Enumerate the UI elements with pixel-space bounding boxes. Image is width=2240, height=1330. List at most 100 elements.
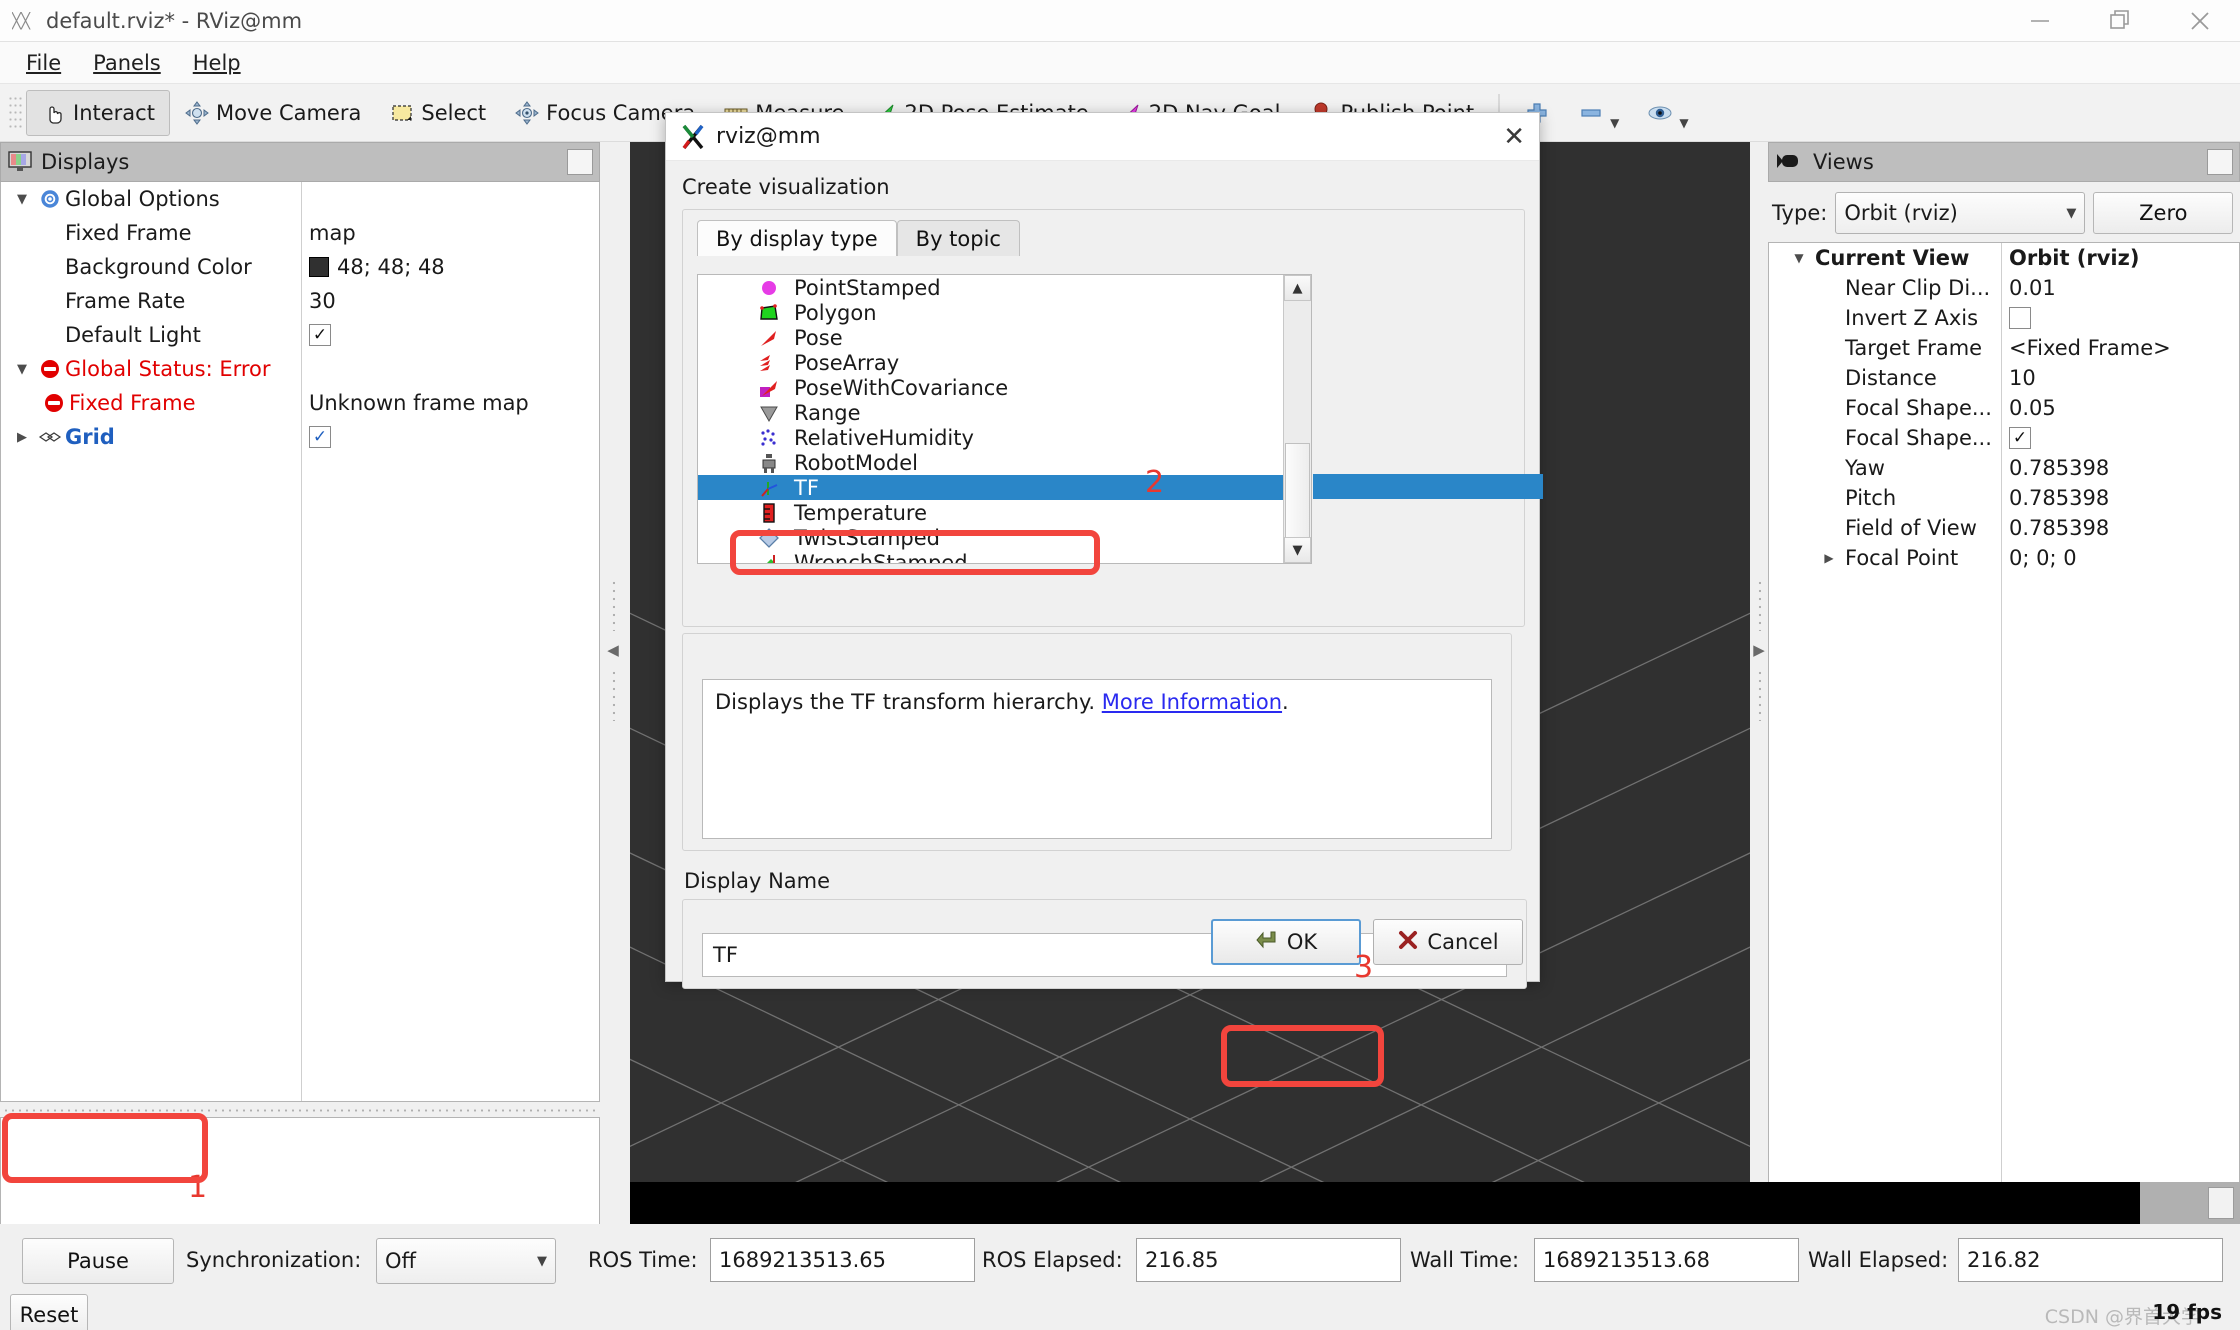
expand-arrow-icon-current-view[interactable]: ▼ <box>1783 251 1815 265</box>
views-row-value-focal-point[interactable]: 0; 0; 0 <box>2009 546 2077 570</box>
views-row-value-fov[interactable]: 0.785398 <box>2009 516 2109 540</box>
remove-tool-button[interactable]: ▼ <box>1564 90 1633 136</box>
expand-arrow-icon[interactable]: ▼ <box>9 192 35 207</box>
chevron-down-icon[interactable]: ▼ <box>1610 116 1619 130</box>
tool-move-camera[interactable]: Move Camera <box>170 90 375 136</box>
table-row[interactable]: Fixed Frame Unknown frame map <box>1 386 599 420</box>
views-row-value-focal-shape-size[interactable]: 0.05 <box>2009 396 2056 420</box>
list-item[interactable]: Temperature <box>698 500 1311 525</box>
expand-arrow-icon-2[interactable]: ▼ <box>9 362 35 377</box>
tool-select[interactable]: Select <box>375 90 500 136</box>
menu-item-panels[interactable]: Panels <box>77 47 177 79</box>
time-panel-float-button[interactable] <box>2208 1187 2234 1219</box>
tool-interact[interactable]: Interact <box>26 89 170 136</box>
tree-column-splitter[interactable] <box>301 182 302 1101</box>
views-row-value-focal-shape-fixed[interactable]: ✓ <box>2009 427 2031 449</box>
expand-arrow-icon-focal-point[interactable]: ▶ <box>1813 551 1845 565</box>
list-item[interactable]: RobotModel <box>698 450 1311 475</box>
table-row[interactable]: ▼ Global Options <box>1 182 599 216</box>
list-item[interactable]: PoseWithCovariance <box>698 375 1311 400</box>
table-row[interactable]: Yaw 0.785398 <box>1769 453 2239 483</box>
wall-time-field[interactable]: 1689213513.68 <box>1534 1238 1799 1282</box>
collapse-arrow-icon[interactable]: ▶ <box>9 430 35 445</box>
list-item[interactable]: Polygon <box>698 300 1311 325</box>
table-row[interactable]: Background Color 48; 48; 48 <box>1 250 599 284</box>
right-panel-collapse-handle[interactable]: ▶ <box>1750 560 1768 740</box>
menu-item-file[interactable]: File <box>10 47 77 79</box>
close-icon-dialog[interactable]: ✕ <box>1503 124 1525 150</box>
checkbox-focal-shape-fixed[interactable]: ✓ <box>2009 427 2031 449</box>
views-row-value-yaw[interactable]: 0.785398 <box>2009 456 2109 480</box>
panel-splitter[interactable] <box>0 1103 600 1117</box>
table-row[interactable]: ▶ Focal Point 0; 0; 0 <box>1769 543 2239 573</box>
displays-float-button[interactable] <box>567 149 593 175</box>
list-item[interactable]: RelativeHumidity <box>698 425 1311 450</box>
ros-time-field[interactable]: 1689213513.65 <box>710 1238 975 1282</box>
table-row[interactable]: ▶ Grid ✓ <box>1 420 599 454</box>
ros-elapsed-field[interactable]: 216.85 <box>1136 1238 1401 1282</box>
more-information-link[interactable]: More Information <box>1102 690 1282 714</box>
scroll-up-arrow-icon[interactable]: ▲ <box>1284 275 1311 301</box>
list-item[interactable]: PoseArray <box>698 350 1311 375</box>
synchronization-select[interactable]: Off ▼ <box>376 1238 556 1284</box>
reset-button[interactable]: Reset <box>10 1294 88 1330</box>
display-type-list[interactable]: PointStamped Polygon Pose PoseArray Pose… <box>697 274 1312 564</box>
collapse-right-icon[interactable]: ▶ <box>1753 641 1765 659</box>
list-item-tf[interactable]: TF <box>698 475 1311 500</box>
views-row-value-pitch[interactable]: 0.785398 <box>2009 486 2109 510</box>
views-float-button[interactable] <box>2207 149 2233 175</box>
visibility-tool-button[interactable]: ▼ <box>1633 90 1702 136</box>
checkbox-grid[interactable]: ✓ <box>309 426 331 448</box>
checkbox-default-light[interactable]: ✓ <box>309 324 331 346</box>
minimize-icon[interactable] <box>2000 0 2080 42</box>
tab-by-topic[interactable]: By topic <box>896 220 1020 256</box>
close-icon[interactable] <box>2160 0 2240 42</box>
displays-tree[interactable]: ▼ Global Options Fixed Frame map Backgro… <box>0 182 600 1102</box>
table-row[interactable]: Target Frame <Fixed Frame> <box>1769 333 2239 363</box>
views-row-value-distance[interactable]: 10 <box>2009 366 2036 390</box>
menu-item-help[interactable]: Help <box>177 47 257 79</box>
table-row[interactable]: Field of View 0.785398 <box>1769 513 2239 543</box>
checkbox-invert-z[interactable] <box>2009 307 2031 329</box>
table-row[interactable]: ▼ Current View Orbit (rviz) <box>1769 243 2239 273</box>
scroll-down-arrow-icon[interactable]: ▼ <box>1284 537 1311 563</box>
chevron-down-icon-2[interactable]: ▼ <box>1679 116 1688 130</box>
table-row[interactable]: Frame Rate 30 <box>1 284 599 318</box>
restore-icon[interactable] <box>2080 0 2160 42</box>
left-panel-collapse-handle[interactable]: ◀ <box>604 560 622 740</box>
table-row[interactable]: Pitch 0.785398 <box>1769 483 2239 513</box>
row-value-frame-rate[interactable]: 30 <box>309 289 336 313</box>
table-row[interactable]: Invert Z Axis <box>1769 303 2239 333</box>
list-item[interactable]: TwistStamped <box>698 525 1311 550</box>
views-row-value-near-clip[interactable]: 0.01 <box>2009 276 2056 300</box>
cancel-button[interactable]: Cancel <box>1373 919 1523 965</box>
list-item[interactable]: WrenchStamped <box>698 550 1311 563</box>
pause-button[interactable]: Pause <box>22 1238 174 1284</box>
views-tree[interactable]: ▼ Current View Orbit (rviz) Near Clip Di… <box>1768 242 2240 1192</box>
table-row[interactable]: Default Light ✓ <box>1 318 599 352</box>
row-value-fixed-frame[interactable]: map <box>309 221 356 245</box>
zero-button[interactable]: Zero <box>2093 192 2234 234</box>
scrollbar-thumb[interactable] <box>1285 443 1310 548</box>
list-item[interactable]: PointStamped <box>698 275 1311 300</box>
table-row[interactable]: Near Clip Di... 0.01 <box>1769 273 2239 303</box>
views-row-value-target-frame[interactable]: <Fixed Frame> <box>2009 336 2171 360</box>
row-value-default-light[interactable]: ✓ <box>309 324 331 346</box>
list-item[interactable]: Pose <box>698 325 1311 350</box>
table-row[interactable]: Focal Shape... 0.05 <box>1769 393 2239 423</box>
toolbar-grip[interactable] <box>8 94 22 131</box>
ok-button[interactable]: OK <box>1211 919 1361 965</box>
list-item[interactable]: Range <box>698 400 1311 425</box>
list-vertical-scrollbar[interactable]: ▲ ▼ <box>1283 275 1311 563</box>
tab-by-display-type[interactable]: By display type <box>697 220 897 256</box>
wall-elapsed-field[interactable]: 216.82 <box>1958 1238 2223 1282</box>
collapse-left-icon[interactable]: ◀ <box>607 641 619 659</box>
table-row[interactable]: Focal Shape... ✓ <box>1769 423 2239 453</box>
table-row[interactable]: Fixed Frame map <box>1 216 599 250</box>
row-value-grid[interactable]: ✓ <box>309 426 331 448</box>
table-row[interactable]: Distance 10 <box>1769 363 2239 393</box>
views-row-value-invert-z[interactable] <box>2009 307 2031 329</box>
view-type-select[interactable]: Orbit (rviz) ▼ <box>1835 192 2086 234</box>
row-value-background-color[interactable]: 48; 48; 48 <box>309 255 445 279</box>
table-row[interactable]: ▼ Global Status: Error <box>1 352 599 386</box>
